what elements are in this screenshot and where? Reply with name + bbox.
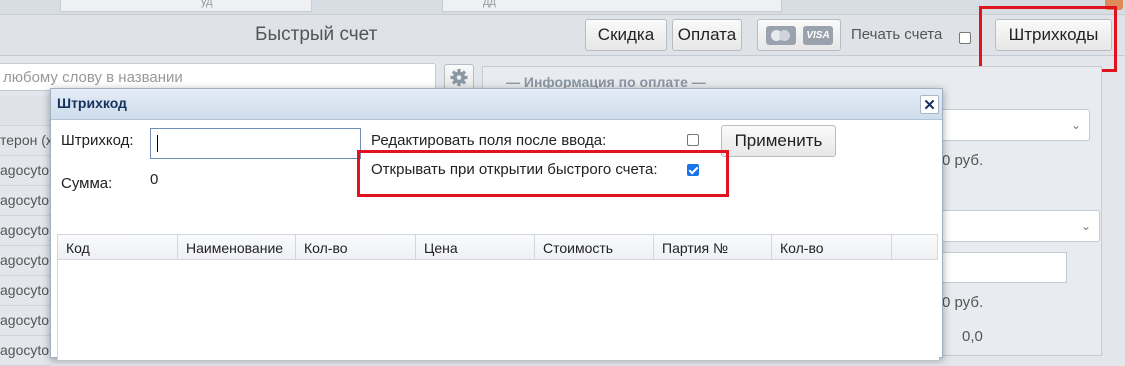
- payment-amount-1: 0 руб.: [942, 152, 984, 169]
- edit-after-input-label: Редактировать поля после ввода:: [371, 132, 607, 149]
- dialog-titlebar[interactable]: Штрихкод ✕: [51, 89, 942, 120]
- list-item[interactable]: agocyto: [0, 306, 50, 336]
- gear-icon: [450, 69, 468, 86]
- top-tab-right-label: дд: [483, 0, 496, 8]
- barcode-input[interactable]: [150, 128, 361, 159]
- payment-button[interactable]: Оплата: [672, 19, 742, 51]
- close-icon: ✕: [923, 96, 936, 114]
- close-button[interactable]: ✕: [920, 95, 939, 114]
- product-search-input[interactable]: любому слову в названии: [0, 63, 436, 91]
- visa-icon: VISA: [803, 26, 833, 45]
- highlight-barcodes-button: [979, 6, 1117, 72]
- highlight-open-on-invoice-option: [357, 150, 729, 197]
- list-item[interactable]: agocyto: [0, 216, 50, 246]
- mastercard-icon: [766, 26, 796, 45]
- top-tab-strip: уд дд: [0, 0, 1125, 15]
- column-header-price[interactable]: Цена: [416, 235, 535, 259]
- sum-value: 0: [150, 171, 159, 188]
- chevron-down-icon: ⌄: [1070, 118, 1081, 132]
- dialog-title: Штрихкод: [57, 95, 127, 111]
- sum-label: Сумма:: [61, 175, 113, 192]
- column-header-extra[interactable]: [892, 235, 937, 259]
- table-body: [57, 260, 939, 360]
- header-bar: [0, 15, 1125, 56]
- apply-button[interactable]: Применить: [721, 125, 836, 157]
- column-header-cost[interactable]: Стоимость: [535, 235, 654, 259]
- search-settings-button[interactable]: [444, 64, 474, 91]
- list-item[interactable]: agocyto: [0, 156, 50, 186]
- barcode-dialog: Штрихкод ✕ Штрихкод: Сумма: 0 Редактиров…: [50, 88, 943, 360]
- print-invoice-label: Печать счета: [851, 26, 943, 43]
- top-tab-right[interactable]: дд: [442, 0, 782, 12]
- product-list: терон (х agocyto agocyto agocyto agocyto…: [0, 96, 50, 366]
- list-header: [0, 96, 50, 126]
- column-header-name[interactable]: Наименование: [178, 235, 296, 259]
- print-invoice-checkbox[interactable]: [959, 32, 971, 44]
- edit-after-input-checkbox[interactable]: [687, 134, 699, 146]
- card-payment-button[interactable]: VISA: [757, 19, 841, 51]
- top-tab-left-label: уд: [201, 0, 213, 8]
- column-header-batch[interactable]: Партия №: [654, 235, 772, 259]
- payment-select-1[interactable]: ⌄: [940, 109, 1090, 141]
- list-item[interactable]: agocyto: [0, 246, 50, 276]
- list-item[interactable]: agocyto: [0, 186, 50, 216]
- list-item[interactable]: терон (х: [0, 126, 50, 156]
- column-header-qty[interactable]: Кол-во: [296, 235, 416, 259]
- text-caret: [157, 135, 158, 152]
- column-header-qty-2[interactable]: Кол-во: [772, 235, 892, 259]
- payment-field[interactable]: [940, 252, 1067, 283]
- table-header: Код Наименование Кол-во Цена Стоимость П…: [57, 234, 938, 260]
- column-header-code[interactable]: Код: [58, 235, 178, 259]
- chevron-down-icon: ⌄: [1080, 219, 1091, 233]
- top-tab-left[interactable]: уд: [60, 0, 312, 12]
- list-item[interactable]: agocyto: [0, 276, 50, 306]
- barcode-label: Штрихкод:: [61, 132, 134, 149]
- page-title: Быстрый счет: [255, 24, 378, 45]
- payment-amount-2: 0 руб.: [942, 294, 984, 311]
- payment-select-2[interactable]: ⌄: [940, 210, 1100, 242]
- discount-button[interactable]: Скидка: [585, 19, 667, 51]
- payment-amount-3: 0,0: [962, 328, 983, 345]
